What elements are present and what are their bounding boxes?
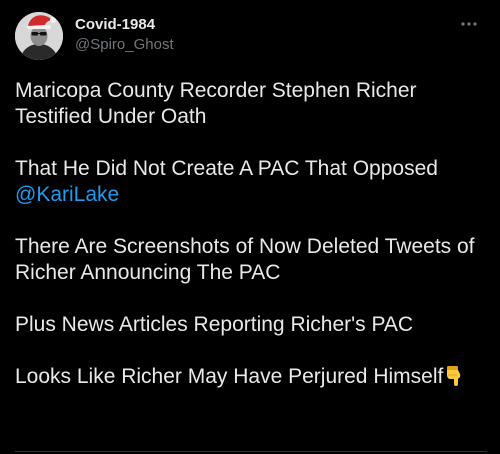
avatar[interactable]: [15, 12, 63, 60]
divider: [15, 451, 487, 452]
avatar-image: [15, 12, 63, 60]
tweet-paragraph: Plus News Articles Reporting Richer's PA…: [15, 312, 487, 338]
author-handle[interactable]: @Spiro_Ghost: [75, 35, 174, 55]
tweet-paragraph-text: Plus News Articles Reporting Richer's PA…: [15, 313, 414, 336]
tweet-paragraph: Maricopa County Recorder Stephen Richer …: [15, 78, 487, 130]
tweet-paragraph: There Are Screenshots of Now Deleted Twe…: [15, 234, 487, 286]
more-horizontal-icon: [461, 22, 477, 26]
tweet-paragraph-text: Looks Like Richer May Have Perjured Hims…: [15, 365, 444, 388]
tweet-text: Maricopa County Recorder Stephen Richer …: [15, 78, 487, 394]
tweet-paragraph: Looks Like Richer May Have Perjured Hims…: [15, 364, 487, 394]
tweet-paragraph: That He Did Not Create A PAC That Oppose…: [15, 156, 487, 208]
tweet-paragraph-text: Maricopa County Recorder Stephen Richer …: [15, 79, 417, 128]
mention-link[interactable]: @KariLake: [15, 183, 119, 206]
author-display-name[interactable]: Covid-1984: [75, 15, 174, 34]
pointing-down-hand-icon: [445, 365, 465, 394]
tweet-card: Covid-1984 @Spiro_Ghost Maricopa County …: [0, 0, 500, 454]
more-options-button[interactable]: [454, 12, 484, 36]
tweet-paragraph-text: That He Did Not Create A PAC That Oppose…: [15, 157, 438, 180]
tweet-paragraph-text: There Are Screenshots of Now Deleted Twe…: [15, 235, 475, 284]
author-info: Covid-1984 @Spiro_Ghost: [75, 15, 174, 55]
